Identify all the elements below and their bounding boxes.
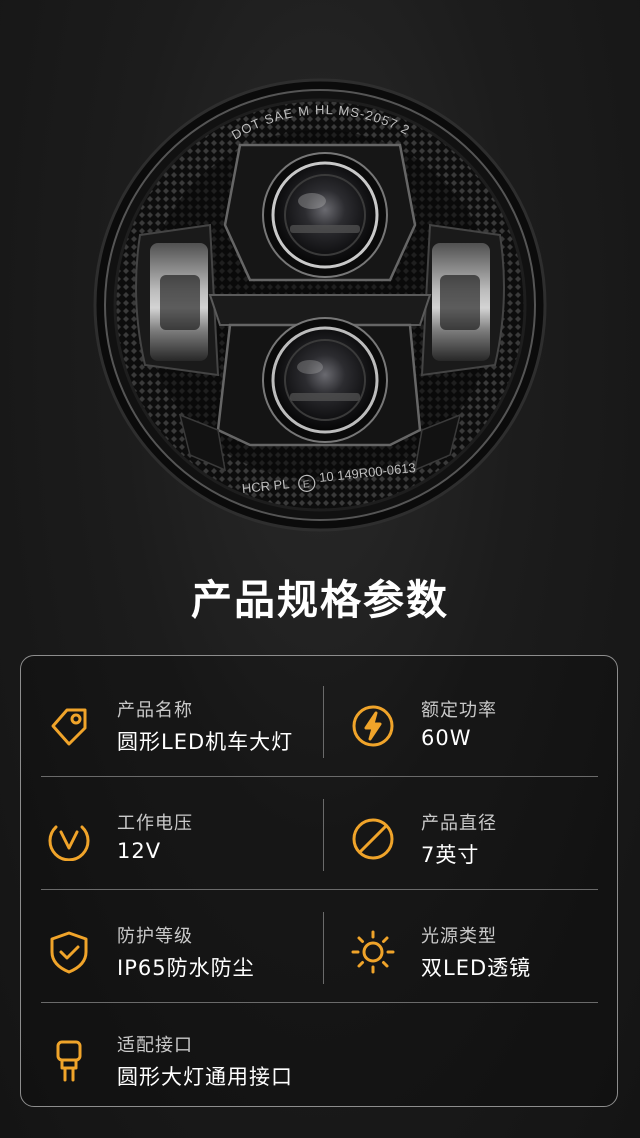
spec-card: 产品名称 圆形LED机车大灯 额定功率 60W 工作电压 12V 产品直径 7英… bbox=[20, 655, 618, 1107]
spec-value: 7英寸 bbox=[421, 843, 480, 867]
price-tag-icon bbox=[47, 704, 91, 748]
spec-value: 60W bbox=[421, 726, 472, 750]
spec-label: 光源类型 bbox=[421, 926, 497, 947]
spec-item-voltage: 工作电压 12V bbox=[47, 807, 307, 887]
spec-label: 产品名称 bbox=[117, 700, 193, 721]
spec-item-diameter: 产品直径 7英寸 bbox=[351, 807, 611, 887]
divider bbox=[41, 1002, 598, 1003]
spec-label: 工作电压 bbox=[117, 813, 193, 834]
shield-check-icon bbox=[47, 930, 91, 974]
divider bbox=[323, 686, 324, 758]
spec-label: 额定功率 bbox=[421, 700, 497, 721]
divider bbox=[41, 889, 598, 890]
spec-label: 适配接口 bbox=[117, 1035, 193, 1056]
spec-value: 圆形LED机车大灯 bbox=[117, 730, 294, 754]
spec-item-product-name: 产品名称 圆形LED机车大灯 bbox=[47, 694, 307, 774]
spec-value: 双LED透镜 bbox=[421, 956, 532, 980]
lightning-icon bbox=[351, 704, 395, 748]
left-side-lamp bbox=[135, 223, 220, 377]
spec-item-protection-level: 防护等级 IP65防水防尘 bbox=[47, 920, 307, 1000]
spec-item-interface: 适配接口 圆形大灯通用接口 bbox=[47, 1029, 307, 1109]
spec-value: 12V bbox=[117, 839, 162, 863]
spec-value: IP65防水防尘 bbox=[117, 956, 255, 980]
diameter-icon bbox=[351, 817, 395, 861]
spec-item-rated-power: 额定功率 60W bbox=[351, 694, 611, 774]
sun-icon bbox=[351, 930, 395, 974]
voltage-icon bbox=[47, 817, 91, 861]
divider bbox=[41, 776, 598, 777]
spec-label: 产品直径 bbox=[421, 813, 497, 834]
bulb-connector-icon bbox=[47, 1039, 91, 1083]
spec-label: 防护等级 bbox=[117, 926, 193, 947]
spec-value: 圆形大灯通用接口 bbox=[117, 1065, 293, 1089]
spec-item-light-source: 光源类型 双LED透镜 bbox=[351, 920, 611, 1000]
right-side-lamp bbox=[420, 223, 505, 377]
section-title: 产品规格参数 bbox=[191, 576, 449, 624]
divider bbox=[323, 799, 324, 871]
headlight-product-image: DOT SAE M HL MS-2057 23 HCR PL E 10 149R… bbox=[90, 75, 550, 535]
divider bbox=[323, 912, 324, 984]
